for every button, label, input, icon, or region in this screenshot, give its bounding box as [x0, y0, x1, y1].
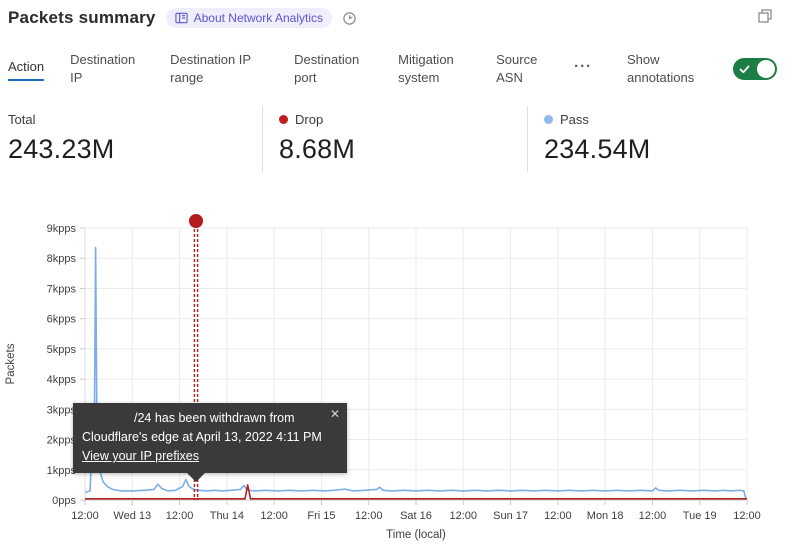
tab-destination-ip-range[interactable]: Destination IP range: [170, 51, 268, 87]
tab-action[interactable]: Action: [8, 58, 44, 81]
stats-row: Total 243.23M Drop 8.68M Pass 234.54M: [0, 106, 785, 172]
toggle-knob: [757, 60, 775, 78]
x-tick-label: 12:00: [639, 510, 667, 522]
y-tick-label: 9kpps: [47, 223, 77, 235]
y-tick-label: 8kpps: [47, 253, 77, 265]
stat-value: 8.68M: [279, 134, 527, 165]
annotation-tooltip: ✕ /24 has been withdrawn from Cloudflare…: [73, 403, 347, 473]
x-tick-label: Sat 16: [400, 510, 432, 522]
tab-mitigation-system[interactable]: Mitigation system: [398, 51, 470, 87]
stat-drop: Drop 8.68M: [262, 106, 527, 172]
x-tick-label: 12:00: [166, 510, 194, 522]
x-tick-label: 12:00: [450, 510, 478, 522]
restore-window-icon[interactable]: [758, 9, 772, 28]
badge-label: About Network Analytics: [194, 11, 323, 25]
stat-label: Pass: [560, 112, 589, 127]
annotation-dot[interactable]: [189, 214, 203, 228]
y-tick-label: 0pps: [52, 495, 76, 507]
x-tick-label: Thu 14: [210, 510, 244, 522]
more-tabs-button[interactable]: ···: [574, 58, 592, 81]
show-annotations-label: Show annotations: [627, 51, 707, 87]
book-icon: [175, 12, 188, 24]
tab-destination-ip[interactable]: Destination IP: [70, 51, 144, 87]
y-tick-label: 4kpps: [47, 374, 77, 386]
stat-label: Total: [8, 112, 35, 127]
y-tick-label: 7kpps: [47, 283, 77, 295]
tooltip-close-icon[interactable]: ✕: [330, 405, 340, 424]
dimension-tabs: Action Destination IP Destination IP range…: [8, 44, 777, 94]
y-tick-label: 5kpps: [47, 344, 77, 356]
chart-axes: 0pps1kpps2kpps3kpps4kpps5kpps6kpps7kpps8…: [5, 223, 761, 541]
header: Packets summary About Network Analytics: [8, 8, 745, 28]
tooltip-text-line2: Cloudflare's edge at April 13, 2022 4:11…: [82, 428, 338, 447]
y-axis-title: Packets: [5, 343, 17, 384]
stat-total: Total 243.23M: [0, 106, 262, 172]
x-tick-label: Fri 15: [307, 510, 335, 522]
tooltip-text-line1: /24 has been withdrawn from: [82, 409, 338, 428]
drop-legend-dot: [279, 115, 288, 124]
stat-label: Drop: [295, 112, 323, 127]
show-annotations-toggle[interactable]: [733, 58, 777, 80]
x-tick-label: 12:00: [355, 510, 383, 522]
x-axis-title: Time (local): [386, 529, 446, 541]
x-tick-label: 12:00: [733, 510, 761, 522]
about-network-analytics-badge[interactable]: About Network Analytics: [166, 8, 332, 28]
y-tick-label: 6kpps: [47, 314, 77, 326]
stat-pass: Pass 234.54M: [527, 106, 785, 172]
x-tick-label: 12:00: [544, 510, 572, 522]
x-tick-label: Tue 19: [683, 510, 717, 522]
x-tick-label: 12:00: [71, 510, 99, 522]
x-tick-label: Sun 17: [493, 510, 528, 522]
tab-destination-port[interactable]: Destination port: [294, 51, 372, 87]
stat-value: 234.54M: [544, 134, 785, 165]
x-tick-label: Mon 18: [587, 510, 624, 522]
x-tick-label: Wed 13: [113, 510, 151, 522]
pass-legend-dot: [544, 115, 553, 124]
time-range-icon[interactable]: [342, 11, 357, 26]
chart-canvas: 0pps1kpps2kpps3kpps4kpps5kpps6kpps7kpps8…: [0, 200, 785, 550]
packets-chart: 0pps1kpps2kpps3kpps4kpps5kpps6kpps7kpps8…: [0, 200, 785, 550]
check-icon: [739, 65, 750, 74]
page-title: Packets summary: [8, 8, 156, 28]
x-tick-label: 12:00: [260, 510, 288, 522]
tab-source-asn[interactable]: Source ASN: [496, 51, 548, 87]
stat-value: 243.23M: [8, 134, 262, 165]
view-ip-prefixes-link[interactable]: View your IP prefixes: [82, 449, 199, 463]
